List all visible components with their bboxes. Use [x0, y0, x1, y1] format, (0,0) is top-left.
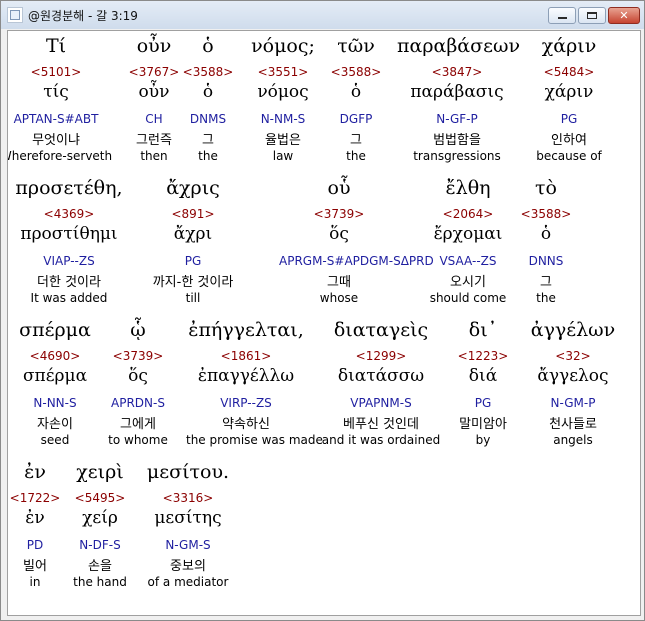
lemma: ἄγγελος: [537, 366, 609, 386]
korean-gloss: 그에게: [120, 417, 156, 432]
korean-gloss: 약속하신: [222, 417, 270, 432]
lemma: ὁ: [540, 224, 552, 244]
greek-word: ᾧ: [130, 319, 146, 341]
english-gloss: angels: [553, 433, 593, 447]
korean-gloss: 범법함을: [433, 133, 481, 148]
greek-word: ἀγγέλων: [530, 319, 616, 341]
greek-word: ἄχρις: [166, 177, 220, 199]
english-gloss: the promise was made: [186, 433, 323, 447]
parsing-code: APRDN-S: [111, 396, 165, 410]
title-bar[interactable]: @원경분해 - 갈 3:19 ✕: [1, 1, 644, 29]
strong-number: <3739>: [112, 349, 164, 363]
close-button[interactable]: ✕: [608, 7, 640, 24]
lemma: ἐπαγγέλλω: [197, 366, 295, 386]
korean-gloss: 더한 것이라: [37, 275, 101, 290]
lemma: παράβασις: [410, 82, 504, 102]
korean-gloss: 까지-한 것이라: [152, 275, 234, 290]
parsing-code: APRGM-S#APDGM-SΔPRD: [279, 254, 434, 268]
lemma: ὅς: [329, 224, 349, 244]
korean-gloss: 중보의: [170, 559, 206, 574]
english-gloss: to whome: [108, 433, 168, 447]
window-title: @원경분해 - 갈 3:19: [28, 9, 138, 23]
close-icon: ✕: [619, 9, 629, 22]
english-gloss: It was added: [30, 291, 108, 305]
english-gloss: transgressions: [413, 149, 501, 163]
korean-gloss: 인하여: [551, 133, 587, 148]
minimize-icon: [558, 17, 567, 19]
strong-number: <3588>: [520, 207, 572, 221]
greek-word: μεσίτου.: [146, 461, 230, 483]
greek-word: ἐπήγγελται,: [188, 319, 304, 341]
lemma: μεσίτης: [154, 508, 222, 528]
maximize-button[interactable]: [578, 7, 606, 24]
greek-word: προσετέθη,: [15, 177, 123, 199]
strong-number: <32>: [555, 349, 591, 363]
lemma: προστίθημι: [20, 224, 118, 244]
parsing-code: PG: [184, 254, 202, 268]
korean-gloss: 그때: [327, 275, 351, 290]
parsing-code: VIRP--ZS: [220, 396, 272, 410]
greek-word: χάριν: [541, 35, 597, 57]
greek-word: οὗ: [327, 177, 351, 199]
korean-gloss: 그: [540, 275, 552, 290]
strong-number: <1861>: [220, 349, 272, 363]
english-gloss: whose: [319, 291, 359, 305]
strong-number: <3739>: [313, 207, 365, 221]
english-gloss: till: [185, 291, 201, 305]
lemma: ὅς: [128, 366, 148, 386]
greek-word: παραβάσεων: [397, 35, 520, 57]
strong-number: <3847>: [431, 65, 483, 79]
parsing-code: VIAP--ZS: [43, 254, 95, 268]
korean-gloss: 천사들로: [549, 417, 597, 432]
minimize-button[interactable]: [548, 7, 576, 24]
strong-number: <891>: [171, 207, 215, 221]
english-gloss: the: [536, 291, 556, 305]
english-gloss: because of: [536, 149, 602, 163]
app-window: @원경분해 - 갈 3:19 ✕ Τί <5101> τίς APTAN-S#A…: [0, 0, 645, 621]
lemma: χάριν: [544, 82, 594, 102]
lemma: ἄχρι: [173, 224, 213, 244]
maximize-icon: [587, 12, 597, 19]
parsing-code: PG: [560, 112, 578, 126]
interlinear-pane: Τί <5101> τίς APTAN-S#ABT 무엇이냐 Wherefore…: [7, 30, 641, 616]
parsing-code: N-GF-P: [436, 112, 478, 126]
strong-number: <4369>: [43, 207, 95, 221]
document-icon: [7, 7, 23, 23]
strong-number: <3316>: [162, 491, 214, 505]
strong-number: <5484>: [543, 65, 595, 79]
parsing-code: DNNS: [528, 254, 564, 268]
parsing-code: N-GM-S: [165, 538, 211, 552]
english-gloss: of a mediator: [147, 575, 229, 589]
greek-word: τὸ: [535, 177, 557, 199]
parsing-code: N-GM-P: [550, 396, 596, 410]
